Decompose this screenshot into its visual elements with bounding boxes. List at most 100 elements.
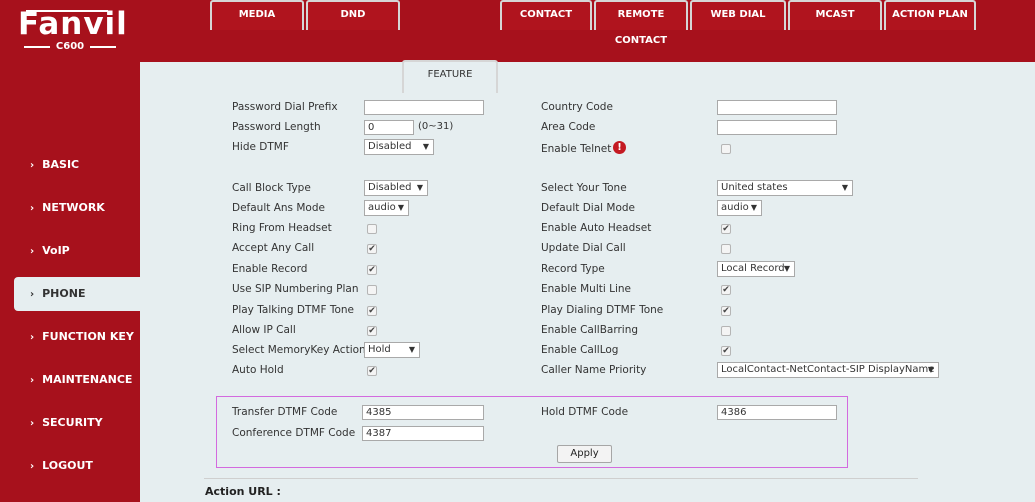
play-talking-dtmf-tone-label: Play Talking DTMF Tone — [232, 304, 355, 316]
tab-remote-contact[interactable]: REMOTE CONTACT — [594, 0, 688, 46]
country-code-label: Country Code — [541, 101, 613, 113]
sidebar-item-phone[interactable]: › PHONE — [14, 277, 140, 311]
dropdown-arrow-icon: ▼ — [783, 264, 790, 273]
tab-dnd[interactable]: DND — [306, 0, 400, 30]
sidebar-item-label: BASIC — [42, 158, 80, 171]
update-dial-call-checkbox[interactable] — [721, 244, 731, 254]
apply-button[interactable]: Apply — [557, 445, 612, 463]
sidebar-item-voip[interactable]: › VoIP — [0, 234, 140, 268]
transfer-dtmf-code-label: Transfer DTMF Code — [232, 406, 338, 418]
chevron-right-icon: › — [30, 246, 35, 257]
dropdown-arrow-icon: ▼ — [841, 183, 848, 192]
default-ans-mode-value: audio — [368, 202, 396, 213]
enable-auto-headset-label: Enable Auto Headset — [541, 222, 652, 234]
caller-name-priority-select[interactable]: LocalContact-NetContact-SIP DisplayName ▼ — [717, 362, 939, 378]
sidebar-item-label: MAINTENANCE — [42, 373, 133, 386]
chevron-right-icon: › — [30, 203, 35, 214]
play-dialing-dtmf-tone-checkbox[interactable]: ✔ — [721, 306, 731, 316]
area-code-input[interactable] — [717, 120, 837, 135]
enable-callbarring-label: Enable CallBarring — [541, 324, 639, 336]
accept-any-call-checkbox[interactable]: ✔ — [367, 244, 377, 254]
sidebar-item-network[interactable]: › NETWORK — [0, 191, 140, 225]
chevron-right-icon: › — [30, 289, 35, 300]
enable-calllog-label: Enable CallLog — [541, 344, 619, 356]
enable-multi-line-label: Enable Multi Line — [541, 283, 631, 295]
conference-dtmf-code-input[interactable]: 4387 — [362, 426, 484, 441]
password-dial-prefix-label: Password Dial Prefix — [232, 101, 338, 113]
country-code-input[interactable] — [717, 100, 837, 115]
transfer-dtmf-code-input[interactable]: 4385 — [362, 405, 484, 420]
select-memorykey-action-label: Select MemoryKey Action — [232, 344, 366, 356]
conference-dtmf-code-label: Conference DTMF Code — [232, 427, 356, 439]
tab-feature[interactable]: FEATURE — [402, 60, 498, 93]
call-block-type-select[interactable]: Disabled ▼ — [364, 180, 428, 196]
use-sip-numbering-plan-label: Use SIP Numbering Plan — [232, 283, 359, 295]
tab-web-dial[interactable]: WEB DIAL — [690, 0, 786, 30]
sidebar-item-label: LOGOUT — [42, 459, 93, 472]
hide-dtmf-select[interactable]: Disabled ▼ — [364, 139, 434, 155]
update-dial-call-label: Update Dial Call — [541, 242, 626, 254]
enable-multi-line-checkbox[interactable]: ✔ — [721, 285, 731, 295]
hide-dtmf-value: Disabled — [368, 141, 412, 152]
hold-dtmf-code-input[interactable]: 4386 — [717, 405, 837, 420]
chevron-right-icon: › — [30, 461, 35, 472]
enable-auto-headset-checkbox[interactable]: ✔ — [721, 224, 731, 234]
call-block-type-value: Disabled — [368, 182, 412, 193]
default-dial-mode-value: audio — [721, 202, 749, 213]
warning-icon[interactable]: ! — [613, 141, 626, 154]
allow-ip-call-checkbox[interactable]: ✔ — [367, 326, 377, 336]
dropdown-arrow-icon: ▼ — [927, 365, 934, 374]
use-sip-numbering-plan-checkbox[interactable] — [367, 285, 377, 295]
default-dial-mode-select[interactable]: audio ▼ — [717, 200, 762, 216]
chevron-right-icon: › — [30, 418, 35, 429]
ring-from-headset-checkbox[interactable] — [367, 224, 377, 234]
chevron-right-icon: › — [30, 332, 35, 343]
dropdown-arrow-icon: ▼ — [750, 203, 757, 212]
select-your-tone-select[interactable]: United states ▼ — [717, 180, 853, 196]
sidebar-item-security[interactable]: › SECURITY — [0, 406, 140, 440]
logo-model: C600 — [20, 40, 120, 54]
allow-ip-call-label: Allow IP Call — [232, 324, 296, 336]
select-your-tone-value: United states — [721, 182, 788, 193]
hide-dtmf-label: Hide DTMF — [232, 141, 289, 153]
auto-hold-checkbox[interactable]: ✔ — [367, 366, 377, 376]
enable-record-label: Enable Record — [232, 263, 308, 275]
sidebar-item-label: NETWORK — [42, 201, 105, 214]
sidebar-item-maintenance[interactable]: › MAINTENANCE — [0, 363, 140, 397]
default-ans-mode-select[interactable]: audio ▼ — [364, 200, 409, 216]
hold-dtmf-code-label: Hold DTMF Code — [541, 406, 629, 418]
enable-calllog-checkbox[interactable]: ✔ — [721, 346, 731, 356]
record-type-select[interactable]: Local Record ▼ — [717, 261, 795, 277]
enable-record-checkbox[interactable]: ✔ — [367, 265, 377, 275]
record-type-label: Record Type — [541, 263, 605, 275]
tab-action-plan[interactable]: ACTION PLAN — [884, 0, 976, 30]
password-length-input[interactable]: 0 — [364, 120, 414, 135]
divider — [204, 478, 918, 479]
call-block-type-label: Call Block Type — [232, 182, 311, 194]
fanvil-logo: Fanvil C600 — [18, 6, 127, 52]
enable-telnet-label: Enable Telnet — [541, 143, 612, 155]
dropdown-arrow-icon: ▼ — [422, 142, 429, 151]
accept-any-call-label: Accept Any Call — [232, 242, 315, 254]
area-code-label: Area Code — [541, 121, 596, 133]
tab-media[interactable]: MEDIA — [210, 0, 304, 30]
sidebar-item-function-key[interactable]: › FUNCTION KEY — [0, 320, 140, 354]
select-memorykey-action-select[interactable]: Hold ▼ — [364, 342, 420, 358]
action-url-title: Action URL : — [205, 485, 281, 498]
play-talking-dtmf-tone-checkbox[interactable]: ✔ — [367, 306, 377, 316]
password-length-hint: (0~31) — [418, 121, 454, 132]
sidebar-item-basic[interactable]: › BASIC — [0, 148, 140, 182]
tab-contact[interactable]: CONTACT — [500, 0, 592, 30]
play-dialing-dtmf-tone-label: Play Dialing DTMF Tone — [541, 304, 664, 316]
sidebar-item-logout[interactable]: › LOGOUT — [0, 449, 140, 483]
chevron-right-icon: › — [30, 375, 35, 386]
sidebar-item-label: FUNCTION KEY — [42, 330, 134, 343]
caller-name-priority-label: Caller Name Priority — [541, 364, 647, 376]
auto-hold-label: Auto Hold — [232, 364, 284, 376]
default-dial-mode-label: Default Dial Mode — [541, 202, 636, 214]
enable-telnet-checkbox[interactable] — [721, 144, 731, 154]
password-dial-prefix-input[interactable] — [364, 100, 484, 115]
enable-callbarring-checkbox[interactable] — [721, 326, 731, 336]
dropdown-arrow-icon: ▼ — [408, 345, 415, 354]
tab-mcast[interactable]: MCAST — [788, 0, 882, 30]
